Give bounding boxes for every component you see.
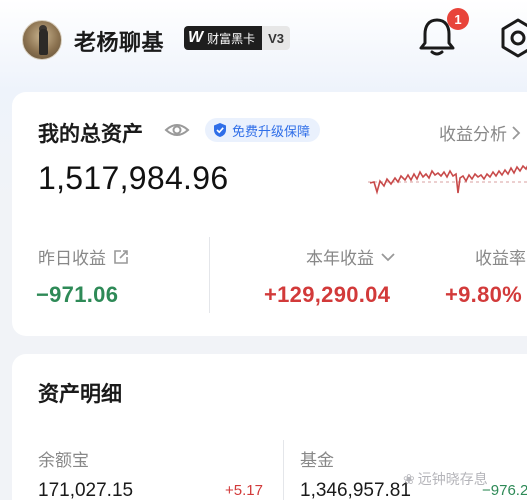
yesterday-label-text: 昨日收益 [38,249,106,268]
total-assets-value: 1,517,984.96 [38,160,229,196]
asset-detail-title: 资产明细 [38,383,122,406]
badge-label: 财富黑卡 [207,31,256,46]
yesterday-earnings-label[interactable]: 昨日收益 [38,244,130,269]
chevron-right-icon [512,125,521,140]
watermark: ❀ 远钟晓存息 [403,469,488,489]
year-earnings-value: +129,290.04 [264,282,391,307]
share-icon [114,249,128,264]
analysis-label: 收益分析 [439,125,507,144]
fund-change: −976.23 [482,482,527,499]
earnings-analysis-link[interactable]: 收益分析 [439,120,521,145]
yuebao-change: +5.17 [225,482,263,499]
yesterday-earnings-value: −971.06 [36,282,119,307]
total-assets-title: 我的总资产 [38,123,143,146]
year-label-text: 本年收益 [306,249,374,268]
avatar[interactable] [22,20,62,60]
divider [209,237,210,313]
yuebao-label[interactable]: 余额宝 [38,446,89,471]
member-badge[interactable]: W 财富黑卡 V3 [184,26,291,50]
return-rate-label: 收益率 [475,249,526,268]
fund-value: 1,346,957.81 [300,480,411,500]
watermark-text: 远钟晓存息 [417,471,488,487]
eye-icon[interactable] [164,120,190,140]
earnings-sparkline[interactable] [368,148,527,202]
divider [283,440,284,500]
badge-brand-logo: W [188,29,203,46]
header: 老杨聊基 W 财富黑卡 V3 1 [0,0,527,82]
year-earnings-selector[interactable]: 本年收益 [306,244,396,269]
gear-icon[interactable] [496,16,527,60]
return-rate-value: +9.80% [445,282,523,307]
username[interactable]: 老杨聊基 [74,25,164,57]
watermark-icon: ❀ [403,470,415,487]
chevron-down-icon [381,252,395,261]
yuebao-value: 171,027.15 [38,480,134,500]
total-assets-card: 我的总资产 免费升级保障 收益分析 1,517,984.96 昨日收益 −971… [12,92,527,336]
badge-level: V3 [262,26,291,50]
protect-upgrade-tag[interactable]: 免费升级保障 [205,118,321,142]
protect-label: 免费升级保障 [232,123,311,139]
shield-icon [214,123,226,137]
wealth-page: 老杨聊基 W 财富黑卡 V3 1 我的总资产 免费升级保障 收益分析 1,517… [0,0,527,500]
fund-label[interactable]: 基金 [300,446,334,471]
notification-count-badge: 1 [447,8,469,30]
